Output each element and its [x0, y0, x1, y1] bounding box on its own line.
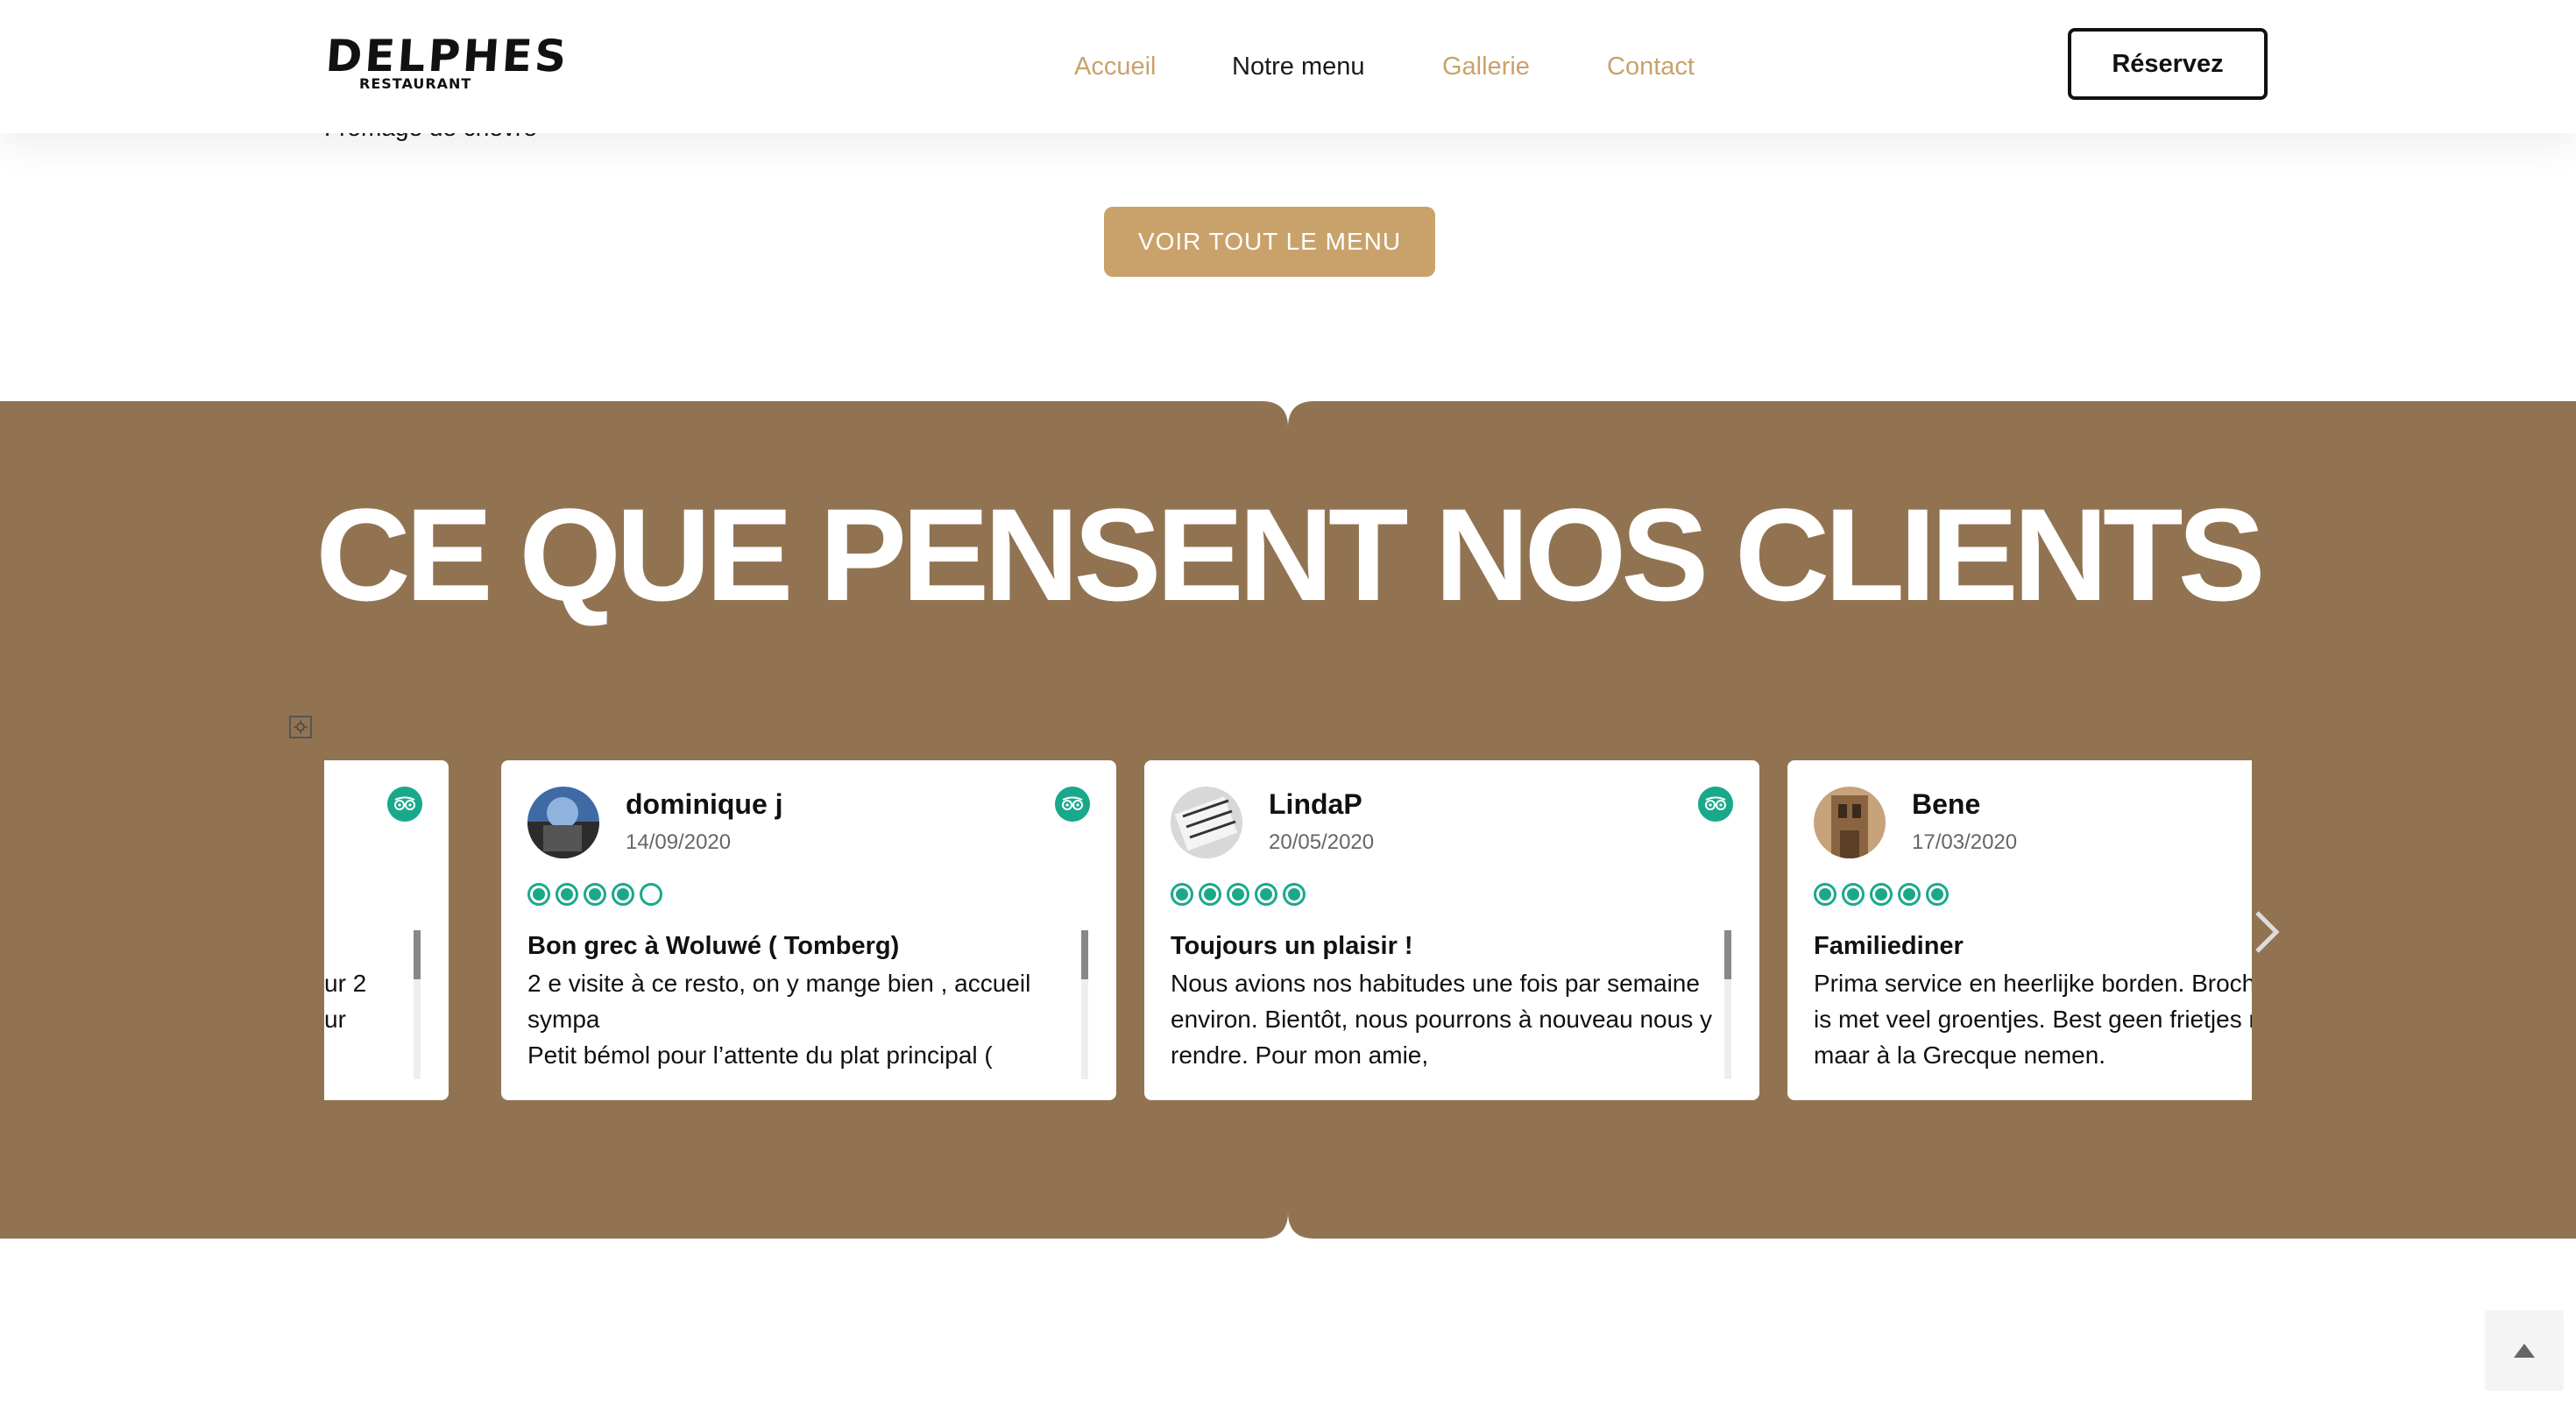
reviewer-avatar — [1171, 787, 1242, 858]
review-body-partial: ur 2 ur — [324, 970, 367, 1033]
rating-bubble — [1842, 883, 1865, 906]
restaurant-logo[interactable]: DELPHES RESTAURANT — [324, 31, 570, 95]
review-card[interactable]: LindaP 20/05/2020 Toujours un plaisir ! … — [1144, 760, 1759, 1100]
rating-bubble — [584, 883, 606, 906]
reviews-title: CE QUE PENSENT NOS CLIENTS — [315, 481, 2265, 628]
rating-bubble — [1898, 883, 1921, 906]
chevron-right-icon[interactable] — [2252, 907, 2282, 957]
review-title: Toujours un plaisir ! — [1171, 932, 1413, 960]
scrollbar-thumb[interactable] — [1724, 930, 1731, 979]
rating-bubble — [612, 883, 634, 906]
reviewer-name: Bene — [1912, 788, 1981, 820]
logo-subtitle: RESTAURANT — [359, 75, 472, 92]
nav-item-accueil[interactable]: Accueil — [1074, 47, 1157, 86]
rating-bubbles — [1171, 883, 1306, 906]
nav-item-contact[interactable]: Contact — [1607, 47, 1695, 86]
reviewer-name: dominique j — [626, 788, 783, 820]
rating-bubble — [640, 883, 662, 906]
rating-bubble — [1283, 883, 1306, 906]
rating-bubbles — [527, 883, 662, 906]
back-to-top-button[interactable] — [2485, 1310, 2564, 1391]
rating-bubbles — [1814, 883, 1949, 906]
rating-bubble — [1926, 883, 1949, 906]
nav-item-notre-menu[interactable]: Notre menu — [1232, 47, 1365, 86]
scrollbar-thumb[interactable] — [1081, 930, 1088, 979]
review-date: 20/05/2020 — [1269, 830, 1375, 854]
rating-bubble — [1199, 883, 1221, 906]
review-title: Bon grec à Woluwé ( Tomberg) — [527, 932, 900, 960]
review-body: Prima service en heerlijke borden. Broch… — [1814, 970, 2252, 1069]
rating-bubble — [1255, 883, 1277, 906]
scrollbar-thumb[interactable] — [414, 930, 421, 979]
tripadvisor-icon[interactable] — [1055, 787, 1090, 822]
review-card-partial[interactable]: ur 2 ur — [324, 760, 449, 1100]
logo-wordmark: DELPHES — [323, 31, 571, 81]
see-all-menu-button[interactable]: VOIR TOUT LE MENU — [1104, 207, 1435, 277]
chevron-up-icon — [2514, 1344, 2535, 1358]
review-scrollbar[interactable] — [1724, 930, 1731, 1079]
review-date: 17/03/2020 — [1912, 830, 2018, 854]
site-header: DELPHES RESTAURANT Accueil Notre menu Ga… — [0, 0, 2576, 133]
band-bottom-notch — [1262, 1212, 1314, 1239]
review-date: 14/09/2020 — [626, 830, 732, 854]
reviewer-name: LindaP — [1269, 788, 1362, 820]
rating-bubble — [1814, 883, 1836, 906]
reviewer-avatar — [527, 787, 599, 858]
review-scrollbar[interactable] — [1081, 930, 1088, 1079]
band-top-notch — [1262, 401, 1314, 427]
review-body: Nous avions nos habitudes une fois par s… — [1171, 970, 1712, 1069]
rating-bubble — [527, 883, 550, 906]
reserve-button[interactable]: Réservez — [2068, 28, 2268, 100]
reviews-carousel[interactable]: ur 2 ur dominique j 14/09/2020 Bon grec … — [324, 760, 2252, 1100]
review-scrollbar[interactable] — [414, 930, 421, 1079]
rating-bubble — [1227, 883, 1249, 906]
reviewer-avatar — [1814, 787, 1886, 858]
settings-icon[interactable] — [289, 716, 312, 738]
rating-bubble — [1870, 883, 1893, 906]
review-title: Familiediner — [1814, 932, 1964, 960]
tripadvisor-icon[interactable] — [387, 787, 422, 822]
review-body: 2 e visite à ce resto, on y mange bien ,… — [527, 970, 1031, 1069]
rating-bubble — [556, 883, 578, 906]
nav-item-gallerie[interactable]: Gallerie — [1442, 47, 1530, 86]
review-card[interactable]: dominique j 14/09/2020 Bon grec à Woluwé… — [501, 760, 1116, 1100]
review-card[interactable]: Bene 17/03/2020 Familiediner Prima servi… — [1787, 760, 2252, 1100]
tripadvisor-icon[interactable] — [1698, 787, 1733, 822]
rating-bubble — [1171, 883, 1193, 906]
